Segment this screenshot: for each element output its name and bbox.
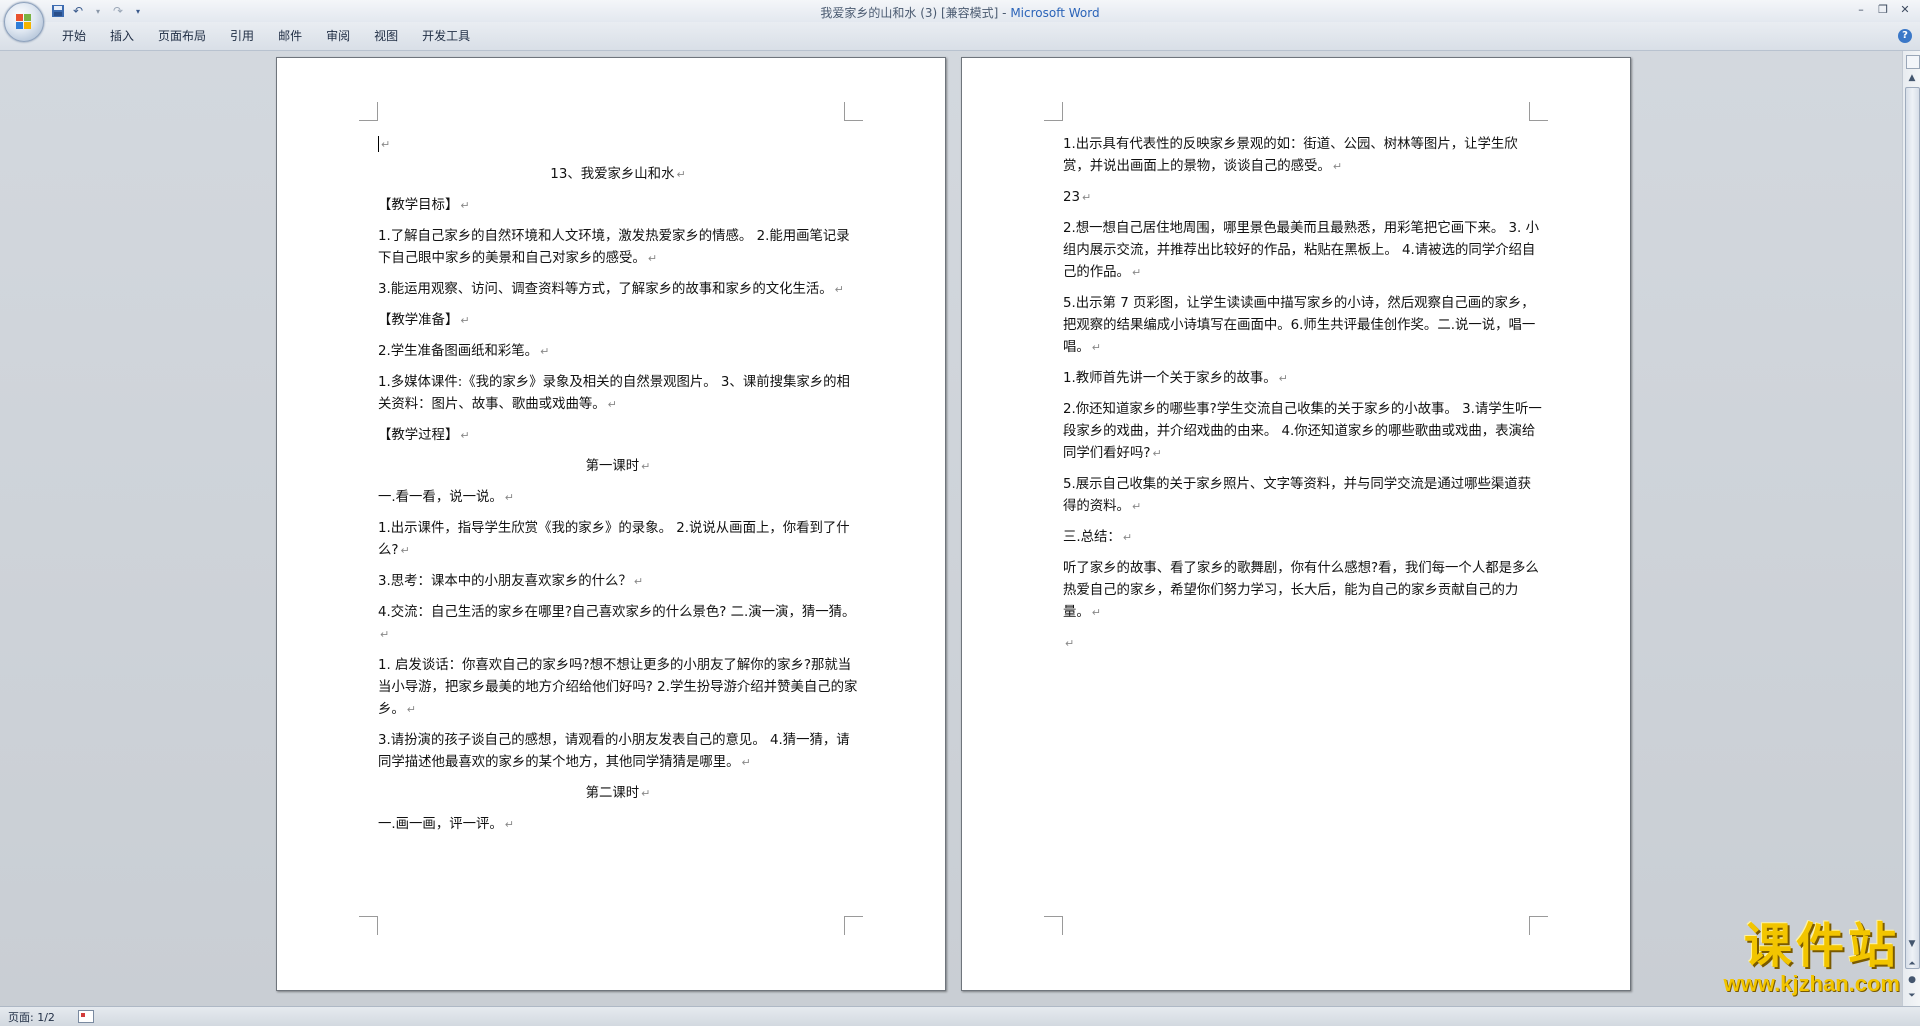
paragraph: 一.看一看，说一说。 [378, 490, 503, 505]
minimize-icon[interactable]: – [1850, 0, 1872, 18]
select-browse-object-icon[interactable]: ● [1905, 973, 1919, 987]
section-heading: 【教学准备】 [378, 313, 459, 328]
section-heading: 【教学目标】 [378, 198, 459, 213]
section-heading: 【教学过程】 [378, 428, 459, 443]
paragraph: 5.出示第 7 页彩图，让学生读读画中描写家乡的小诗，然后观察自己画的家乡，把观… [1063, 296, 1536, 355]
window-title: 我爱家乡的山和水 (3) [兼容模式] - Microsoft Word [0, 4, 1920, 21]
paragraph: 3.请扮演的孩子谈自己的感想，请观看的小朋友发表自己的意见。 4.猜一猜，请同学… [378, 733, 850, 770]
window-controls: – ❐ ✕ [1850, 0, 1916, 18]
text-cursor [378, 136, 379, 152]
empty-paragraph-mark: ↵ [1065, 637, 1075, 650]
scroll-down-icon[interactable]: ▼ [1905, 937, 1919, 951]
margin-corner-top-right [844, 102, 863, 121]
paragraph: 1.出示课件，指导学生欣赏《我的家乡》的录象。 2.说说从画面上，你看到了什么? [378, 521, 850, 558]
status-bar: 页面: 1/2 [0, 1006, 1920, 1026]
tab-mailings[interactable]: 邮件 [266, 28, 314, 44]
office-logo-icon [16, 14, 32, 30]
document-page-2[interactable]: 1.出示具有代表性的反映家乡景观的如：街道、公园、树林等图片，让学生欣赏，并说出… [961, 57, 1631, 991]
page-1-text[interactable]: ↵ 13、我爱家乡山和水 ↵ 【教学目标】 ↵ 1.了解自己家乡的自然环境和人文环境… [378, 134, 858, 845]
paragraph: 3.能运用观察、访问、调查资料等方式，了解家乡的故事和家乡的文化生活。 [378, 282, 833, 297]
page-number-status[interactable]: 页面: 1/2 [8, 1009, 55, 1025]
paragraph: 23 [1063, 190, 1081, 205]
paragraph: 2.学生准备图画纸和彩笔。 [378, 344, 539, 359]
lesson-period-heading: 第二课时 [585, 786, 640, 801]
margin-corner-top-right [1529, 102, 1548, 121]
view-ruler-icon[interactable] [1906, 55, 1920, 69]
vertical-scrollbar[interactable]: ▲ ▼ ⏶ ● ⏷ [1902, 51, 1920, 1006]
document-page-1[interactable]: ↵ 13、我爱家乡山和水 ↵ 【教学目标】 ↵ 1.了解自己家乡的自然环境和人文环境… [276, 57, 946, 991]
margin-corner-bottom-right [844, 916, 863, 935]
page-2-text[interactable]: 1.出示具有代表性的反映家乡景观的如：街道、公园、树林等图片，让学生欣赏，并说出… [1063, 134, 1543, 664]
paragraph: 听了家乡的故事、看了家乡的歌舞剧，你有什么感想?看，我们每一个人都是多么热爱自己… [1063, 561, 1539, 620]
margin-corner-top-left [1044, 102, 1063, 121]
tab-view[interactable]: 视图 [362, 28, 410, 44]
tab-review[interactable]: 审阅 [314, 28, 362, 44]
site-watermark: 课件站 www.kjzhan.com [1660, 920, 1900, 1008]
document-area: ↵ 13、我爱家乡山和水 ↵ 【教学目标】 ↵ 1.了解自己家乡的自然环境和人文环境… [0, 51, 1902, 1006]
scroll-thumb[interactable] [1905, 87, 1920, 969]
watermark-url: www.kjzhan.com [1723, 971, 1900, 996]
paragraph: 1.出示具有代表性的反映家乡景观的如：街道、公园、树林等图片，让学生欣赏，并说出… [1063, 137, 1518, 174]
proofing-status-icon[interactable] [78, 1010, 94, 1023]
paragraph: 3.思考：课本中的小朋友喜欢家乡的什么？ [378, 574, 632, 589]
paragraph: 一.画一画，评一评。 [378, 817, 503, 832]
margin-corner-bottom-right [1529, 916, 1548, 935]
close-icon[interactable]: ✕ [1894, 0, 1916, 18]
next-page-icon[interactable]: ⏷ [1905, 989, 1919, 1003]
paragraph: 1.教师首先讲一个关于家乡的故事。 [1063, 371, 1277, 386]
watermark-chinese-text: 课件站 [1743, 918, 1900, 974]
lesson-title: 13、我爱家乡山和水 [550, 167, 675, 182]
text-cursor-line: ↵ [378, 134, 858, 156]
ribbon-tab-bar: 开始 插入 页面布局 引用 邮件 审阅 视图 开发工具 ? [0, 22, 1920, 51]
margin-corner-bottom-left [359, 916, 378, 935]
section-heading: 三.总结： [1063, 530, 1121, 545]
tab-insert[interactable]: 插入 [98, 28, 146, 44]
app-name: Microsoft Word [1010, 6, 1100, 20]
paragraph: 1. 启发谈话：你喜欢自己的家乡吗?想不想让更多的小朋友了解你的家乡?那就当当小… [378, 658, 858, 717]
scroll-up-icon[interactable]: ▲ [1905, 71, 1919, 85]
lesson-period-heading: 第一课时 [585, 459, 640, 474]
title-bar: ↶ ▾ ↷ ▾ 我爱家乡的山和水 (3) [兼容模式] - Microsoft … [0, 0, 1920, 22]
tab-page-layout[interactable]: 页面布局 [146, 28, 218, 44]
previous-page-icon[interactable]: ⏶ [1905, 957, 1919, 971]
help-icon[interactable]: ? [1898, 29, 1912, 43]
margin-corner-bottom-left [1044, 916, 1063, 935]
paragraph: 4.交流：自己生活的家乡在哪里?自己喜欢家乡的什么景色? 二.演一演，猜一猜。 [378, 605, 856, 620]
tab-references[interactable]: 引用 [218, 28, 266, 44]
restore-icon[interactable]: ❐ [1872, 0, 1894, 18]
paragraph: 2.你还知道家乡的哪些事?学生交流自己收集的关于家乡的小故事。 3.请学生听一段… [1063, 402, 1542, 461]
office-button[interactable] [4, 2, 44, 42]
document-title: 我爱家乡的山和水 (3) [兼容模式] - [820, 6, 1011, 20]
margin-corner-top-left [359, 102, 378, 121]
tab-developer[interactable]: 开发工具 [410, 28, 482, 44]
tab-home[interactable]: 开始 [50, 28, 98, 44]
paragraph: 1.了解自己家乡的自然环境和人文环境，激发热爱家乡的情感。 2.能用画笔记录下自… [378, 229, 850, 266]
